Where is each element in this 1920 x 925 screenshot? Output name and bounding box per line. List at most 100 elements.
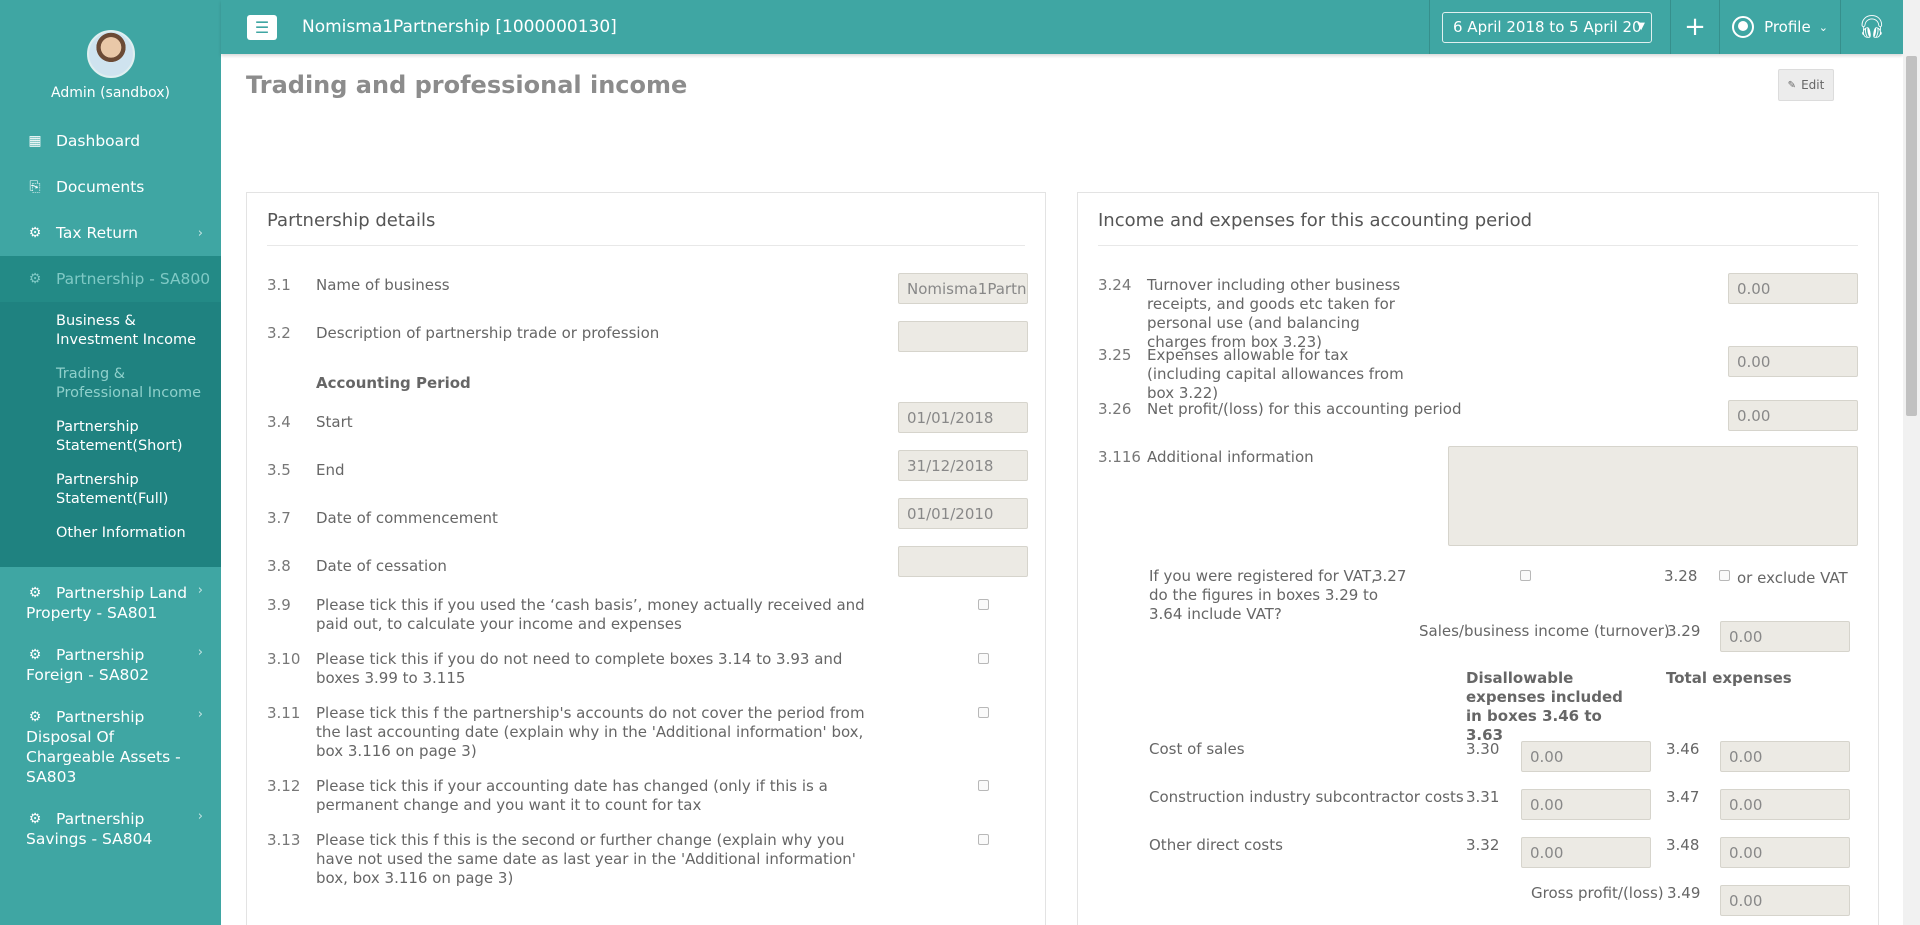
other-direct-costs-total-field[interactable]: 0.00 <box>1720 837 1850 868</box>
expense-label: Other direct costs <box>1149 836 1283 854</box>
sales-income-field[interactable]: 0.00 <box>1720 621 1850 652</box>
sidebar-item-label: Partnership - SA800 <box>56 270 211 288</box>
chevron-down-icon: ⌄ <box>192 271 203 287</box>
submenu-trading-professional-income[interactable]: Trading & Professional Income <box>0 361 221 407</box>
sidebar-item-tax-return[interactable]: ⚙ Tax Return › <box>0 210 221 256</box>
panel-title: Partnership details <box>267 193 1025 246</box>
profile-menu[interactable]: Profile ⌄ <box>1720 16 1840 38</box>
business-name-field[interactable]: Nomisma1Partn <box>898 273 1028 304</box>
sidebar-item-partnership-sa803[interactable]: ⚙ Partnership Disposal Of Chargeable Ass… <box>0 695 221 797</box>
sales-label: Sales/business income (turnover) <box>1419 622 1670 640</box>
box-number: 3.8 <box>267 557 291 575</box>
dashboard-icon: ▦ <box>28 133 42 149</box>
field-label: Please tick this if your accounting date… <box>316 777 828 814</box>
sidebar-item-label: Partnership Disposal Of Chargeable Asset… <box>26 708 181 786</box>
col-header-disallowable: Disallowable expenses included in boxes … <box>1466 669 1623 744</box>
support-button[interactable]: 🎧︎ <box>1841 15 1903 40</box>
sidebar-item-dashboard[interactable]: ▦ Dashboard <box>0 118 221 164</box>
vat-exclude-label: or exclude VAT <box>1737 569 1848 587</box>
chevron-right-icon: › <box>197 583 203 598</box>
sidebar: Admin (sandbox) ▦ Dashboard ⎘ Documents … <box>0 0 221 925</box>
box-number: 3.49 <box>1667 884 1701 902</box>
expenses-allowable-field[interactable]: 0.00 <box>1728 346 1858 377</box>
user-icon <box>1732 16 1755 38</box>
vat-exclude-checkbox[interactable] <box>1719 570 1730 581</box>
gross-profit-field[interactable]: 0.00 <box>1720 885 1850 916</box>
field-label: Please tick this f this is the second or… <box>316 831 856 887</box>
date-range-select[interactable]: 6 April 2018 to 5 April 20 ▼ <box>1442 11 1652 43</box>
box-number: 3.24 <box>1098 276 1132 294</box>
cessation-date-field[interactable] <box>898 546 1028 577</box>
submenu-other-information[interactable]: Other Information <box>0 520 221 557</box>
sidebar-item-partnership-sa802[interactable]: ⚙ Partnership Foreign - SA802 › <box>0 633 221 695</box>
user-block: Admin (sandbox) <box>0 0 221 118</box>
chevron-right-icon: › <box>197 225 203 241</box>
box-number: 3.9 <box>267 596 291 614</box>
construction-costs-disallowable-field[interactable]: 0.00 <box>1521 789 1651 820</box>
construction-costs-total-field[interactable]: 0.00 <box>1720 789 1850 820</box>
hamburger-icon: ☰ <box>254 17 270 37</box>
gears-icon: ⚙ <box>28 709 42 725</box>
chevron-right-icon: › <box>197 809 203 824</box>
edit-button[interactable]: ✎ Edit <box>1778 69 1834 101</box>
menu-toggle-button[interactable]: ☰ <box>247 14 277 40</box>
cash-basis-checkbox[interactable] <box>978 599 989 610</box>
sidebar-item-label: Partnership Foreign - SA802 <box>26 646 150 684</box>
sidebar-item-partnership-sa800[interactable]: ⚙ Partnership - SA800 ⌄ <box>0 256 221 302</box>
page-title: Trading and professional income <box>246 71 688 99</box>
sidebar-item-documents[interactable]: ⎘ Documents <box>0 164 221 210</box>
add-button[interactable]: + <box>1671 12 1719 42</box>
field-label: Net profit/(loss) for this accounting pe… <box>1147 400 1462 418</box>
date-changed-checkbox[interactable] <box>978 780 989 791</box>
sidebar-item-label: Partnership Savings - SA804 <box>26 810 153 848</box>
gears-icon: ⚙ <box>28 225 42 241</box>
box-number: 3.2 <box>267 324 291 342</box>
sidebar-item-partnership-sa801[interactable]: ⚙ Partnership Land Property - SA801 › <box>0 567 221 633</box>
box-number: 3.10 <box>267 650 301 668</box>
avatar[interactable] <box>86 30 135 78</box>
trade-description-field[interactable] <box>898 321 1028 352</box>
field-label: Name of business <box>316 276 450 294</box>
cost-of-sales-disallowable-field[interactable]: 0.00 <box>1521 741 1651 772</box>
field-label: End <box>316 461 345 479</box>
field-label: Date of cessation <box>316 557 447 575</box>
net-profit-field[interactable]: 0.00 <box>1728 400 1858 431</box>
turnover-field[interactable]: 0.00 <box>1728 273 1858 304</box>
chevron-down-icon: ⌄ <box>1818 20 1828 34</box>
box-number: 3.26 <box>1098 400 1132 418</box>
sidebar-item-partnership-sa804[interactable]: ⚙ Partnership Savings - SA804 › <box>0 797 221 859</box>
commencement-date-field[interactable]: 01/01/2010 <box>898 498 1028 529</box>
header-divider <box>1429 0 1430 54</box>
field-label: Start <box>316 413 353 431</box>
vat-include-checkbox[interactable] <box>1520 570 1531 581</box>
submenu-business-investment-income[interactable]: Business & Investment Income <box>0 308 221 354</box>
field-label: Please tick this if you do not need to c… <box>316 650 843 687</box>
field-label: Please tick this f the partnership's acc… <box>316 704 865 760</box>
box-number: 3.25 <box>1098 346 1132 364</box>
submenu-partnership-statement-short[interactable]: Partnership Statement(Short) <box>0 414 183 460</box>
sidebar-nav: ▦ Dashboard ⎘ Documents ⚙ Tax Return › ⚙… <box>0 118 221 859</box>
gears-icon: ⚙ <box>28 647 42 663</box>
end-date-field[interactable]: 31/12/2018 <box>898 450 1028 481</box>
field-label: Description of partnership trade or prof… <box>316 324 660 342</box>
main-content: Trading and professional income ✎ Edit P… <box>221 54 1903 925</box>
cost-of-sales-total-field[interactable]: 0.00 <box>1720 741 1850 772</box>
submenu-partnership-statement-full[interactable]: Partnership Statement(Full) <box>0 467 180 513</box>
scrollbar-thumb[interactable] <box>1906 56 1917 416</box>
further-change-checkbox[interactable] <box>978 834 989 845</box>
box-number: 3.31 <box>1466 788 1500 806</box>
field-label: Additional information <box>1147 448 1314 466</box>
expense-label: Construction industry subcontractor cost… <box>1149 788 1464 806</box>
page-scrollbar[interactable] <box>1903 0 1920 925</box>
box-number: 3.5 <box>267 461 291 479</box>
header-right: 6 April 2018 to 5 April 20 ▼ + Profile ⌄… <box>1429 0 1903 54</box>
income-expenses-panel: Income and expenses for this accounting … <box>1077 192 1879 925</box>
chevron-right-icon: › <box>197 645 203 660</box>
other-direct-costs-disallowable-field[interactable]: 0.00 <box>1521 837 1651 868</box>
expense-label: Cost of sales <box>1149 740 1245 758</box>
no-boxes-checkbox[interactable] <box>978 653 989 664</box>
start-date-field[interactable]: 01/01/2018 <box>898 402 1028 433</box>
chevron-right-icon: › <box>197 707 203 722</box>
period-not-covered-checkbox[interactable] <box>978 707 989 718</box>
additional-information-textarea[interactable] <box>1448 446 1858 546</box>
